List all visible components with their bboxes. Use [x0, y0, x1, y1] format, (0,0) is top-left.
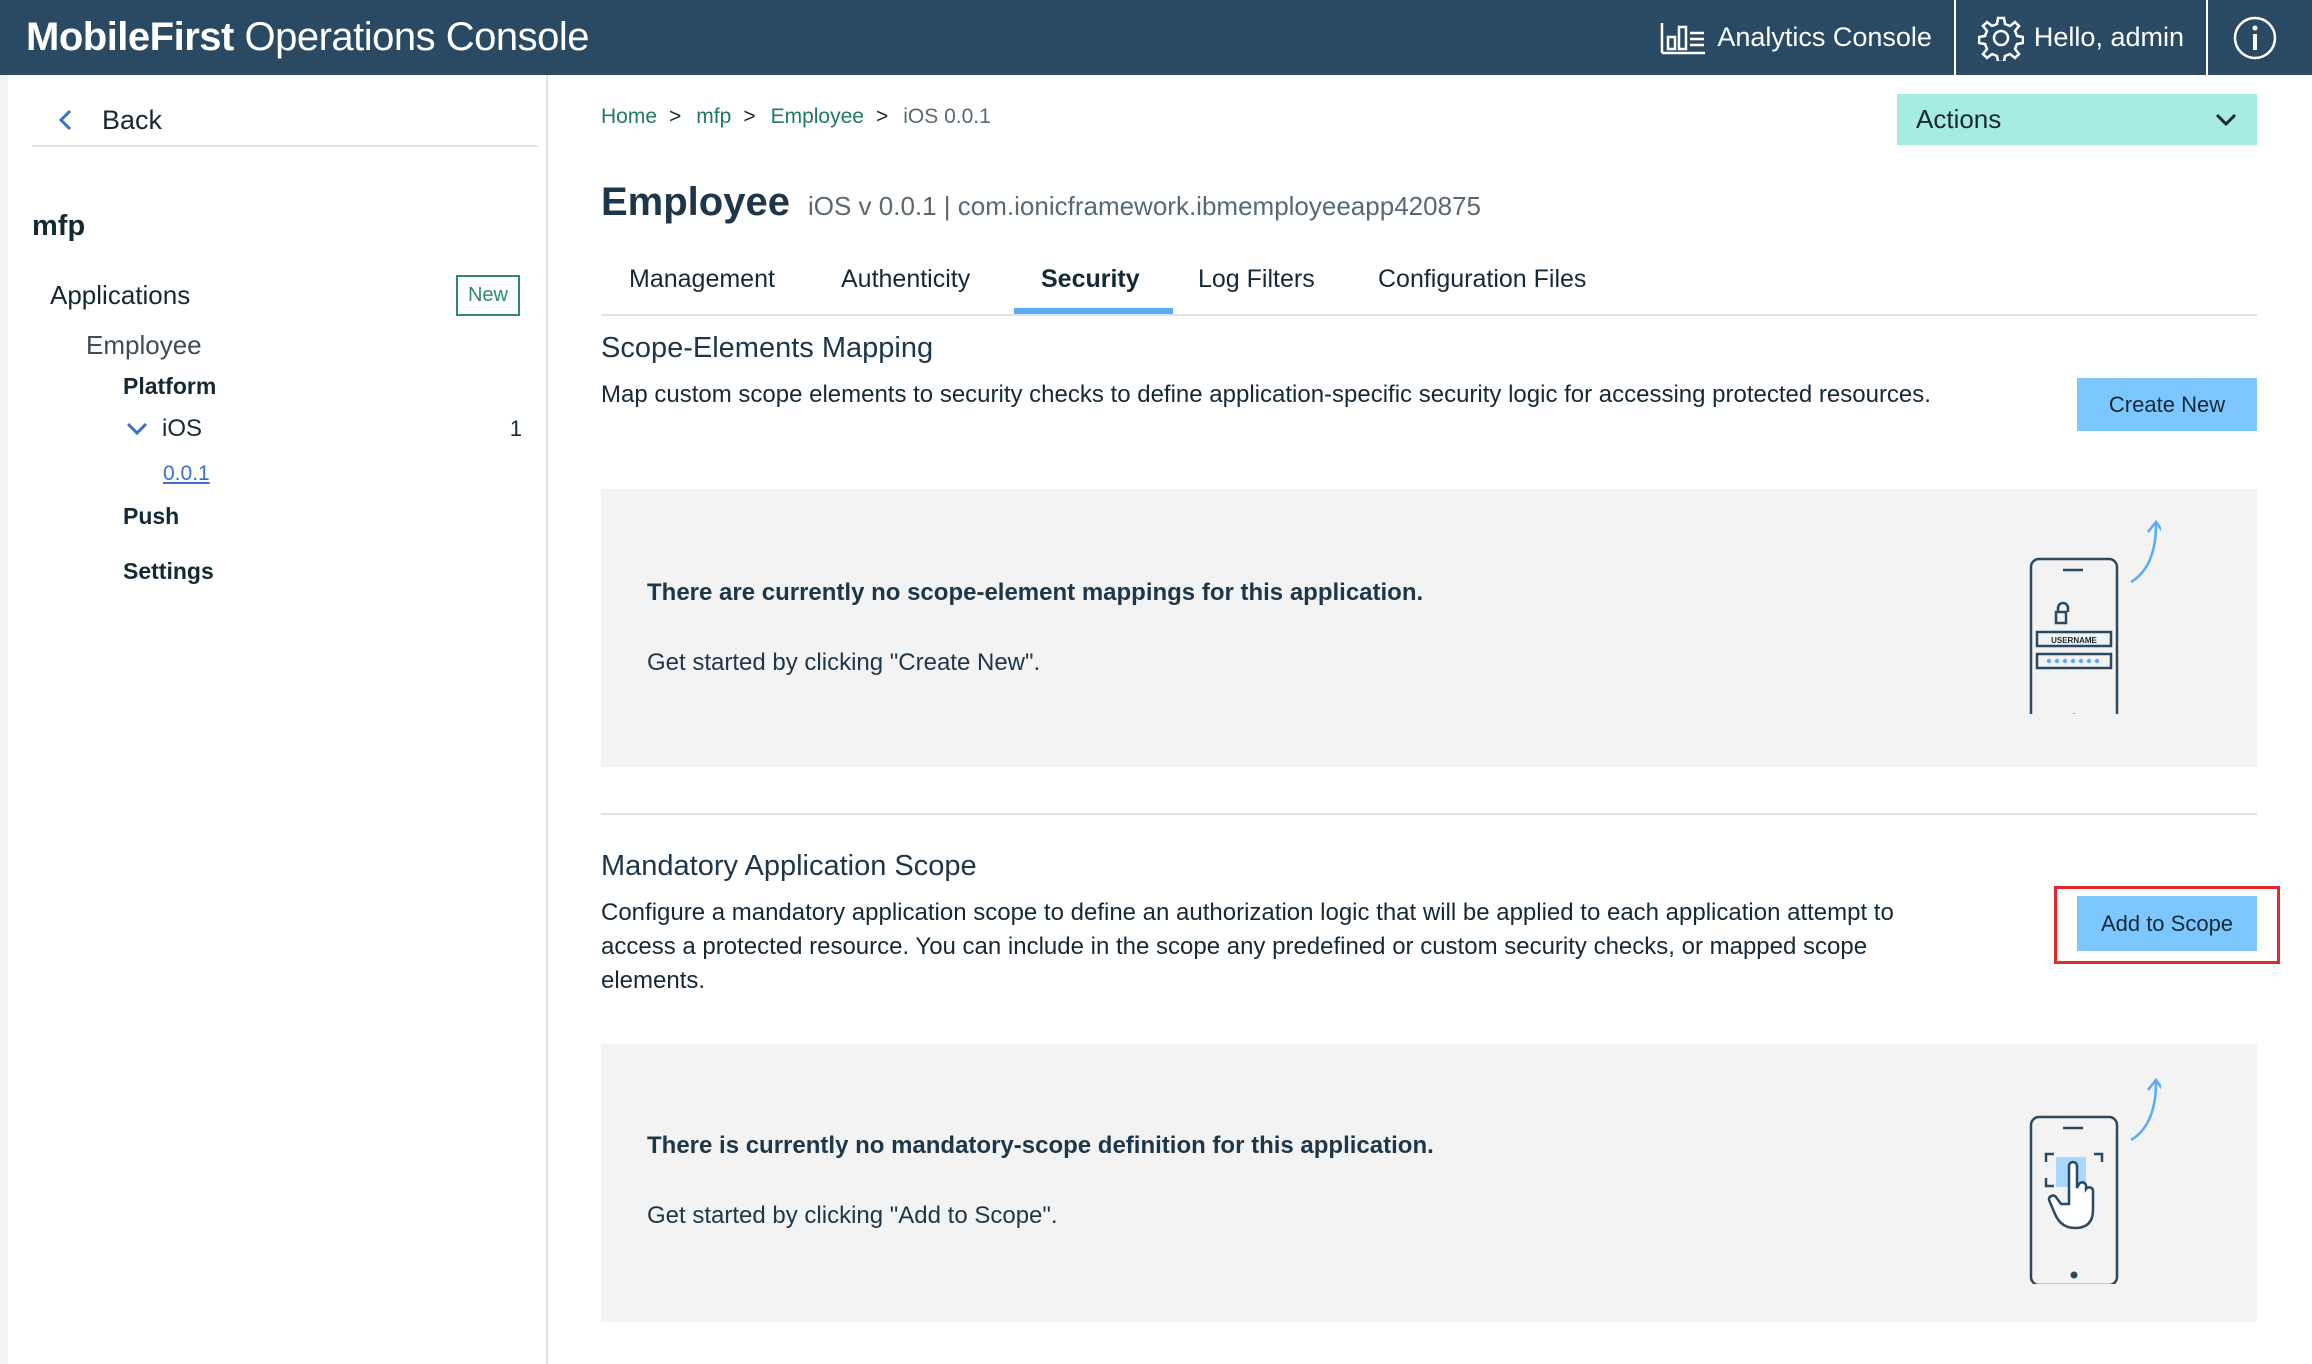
chevron-down-icon[interactable] [126, 422, 148, 436]
sidebar-title: mfp [32, 210, 86, 242]
analytics-console-link[interactable]: Analytics Console [1637, 0, 1954, 75]
chevron-down-icon [2215, 113, 2237, 126]
top-header: MobileFirst Operations Console Analytics… [0, 0, 2312, 75]
sidebar-item-settings[interactable]: Settings [123, 558, 214, 585]
back-button[interactable]: Back [32, 95, 538, 147]
create-new-button[interactable]: Create New [2077, 378, 2257, 431]
tab-management[interactable]: Management [629, 258, 775, 316]
breadcrumb-separator: > [875, 105, 889, 128]
sidebar-item-employee[interactable]: Employee [86, 330, 202, 361]
tab-log-filters[interactable]: Log Filters [1198, 258, 1315, 316]
chevron-left-icon [58, 109, 72, 131]
scope-mapping-title: Scope-Elements Mapping [601, 332, 934, 364]
ios-label: iOS [162, 415, 203, 442]
sidebar-item-ios[interactable]: iOS 1 [126, 415, 522, 443]
scope-mapping-empty-message: There are currently no scope-element map… [647, 579, 1424, 606]
actions-label: Actions [1916, 104, 2002, 134]
ios-count: 1 [509, 416, 522, 441]
sidebar-item-version[interactable]: 0.0.1 [163, 462, 210, 486]
mandatory-scope-empty-panel: There is currently no mandatory-scope de… [601, 1044, 2257, 1322]
new-application-button[interactable]: New [455, 275, 520, 316]
phone-fingerprint-illustration-icon [2029, 1077, 2161, 1284]
breadcrumb-current: iOS 0.0.1 [903, 105, 991, 128]
scope-mapping-empty-panel: There are currently no scope-element map… [601, 489, 2257, 767]
gear-icon [1977, 16, 2024, 61]
brand-title[interactable]: MobileFirst Operations Console [26, 12, 590, 62]
tab-bar: Management Authenticity Security Log Fil… [601, 258, 2257, 316]
scope-mapping-description: Map custom scope elements to security ch… [601, 381, 1931, 408]
scope-mapping-empty-hint: Get started by clicking "Create New". [647, 649, 1041, 676]
user-label: Hello, admin [2033, 22, 2184, 52]
add-to-scope-button[interactable]: Add to Scope [2077, 896, 2257, 951]
page-title: Employee iOS v 0.0.1 | com.ionicframewor… [601, 180, 1481, 225]
actions-dropdown[interactable]: Actions [1897, 94, 2257, 145]
breadcrumb-separator: > [743, 105, 756, 128]
analytics-icon [1661, 22, 1706, 54]
applications-label: Applications [50, 280, 191, 310]
breadcrumb: Home > mfp > Employee > iOS 0.0.1 [601, 105, 991, 129]
back-label: Back [102, 104, 163, 135]
tab-configuration-files[interactable]: Configuration Files [1378, 258, 1586, 316]
sidebar-item-push[interactable]: Push [123, 503, 179, 530]
mandatory-scope-description: Configure a mandatory application scope … [601, 899, 1894, 994]
breadcrumb-home[interactable]: Home [601, 105, 657, 129]
mandatory-scope-empty-message: There is currently no mandatory-scope de… [647, 1132, 1434, 1159]
brand-bold: MobileFirst [26, 15, 234, 59]
active-tab-indicator [1014, 308, 1173, 314]
user-menu[interactable]: Hello, admin [1953, 0, 2206, 75]
info-icon [2233, 16, 2277, 59]
phone-login-illustration-icon: USERNAME [2029, 519, 2161, 714]
breadcrumb-mfp[interactable]: mfp [696, 105, 731, 129]
tab-authenticity[interactable]: Authenticity [841, 258, 970, 316]
header-actions: Analytics Console Hello, admin [1637, 0, 2312, 75]
section-divider [601, 813, 2257, 815]
analytics-label: Analytics Console [1717, 22, 1932, 52]
sidebar-item-platform: Platform [123, 373, 217, 399]
info-button[interactable] [2206, 0, 2312, 75]
app-subtitle: iOS v 0.0.1 | com.ionicframework.ibmempl… [807, 191, 1481, 221]
username-field-text: USERNAME [2051, 636, 2097, 645]
breadcrumb-separator: > [669, 105, 682, 128]
mandatory-scope-empty-hint: Get started by clicking "Add to Scope". [647, 1202, 1058, 1229]
breadcrumb-employee[interactable]: Employee [771, 105, 864, 129]
mandatory-scope-title: Mandatory Application Scope [601, 850, 977, 882]
brand-rest: Operations Console [233, 15, 589, 59]
sidebar-item-applications[interactable]: Applications New [50, 275, 520, 316]
app-name: Employee [601, 180, 790, 224]
left-sidebar: Back mfp Applications New Employee Platf… [0, 75, 548, 1364]
